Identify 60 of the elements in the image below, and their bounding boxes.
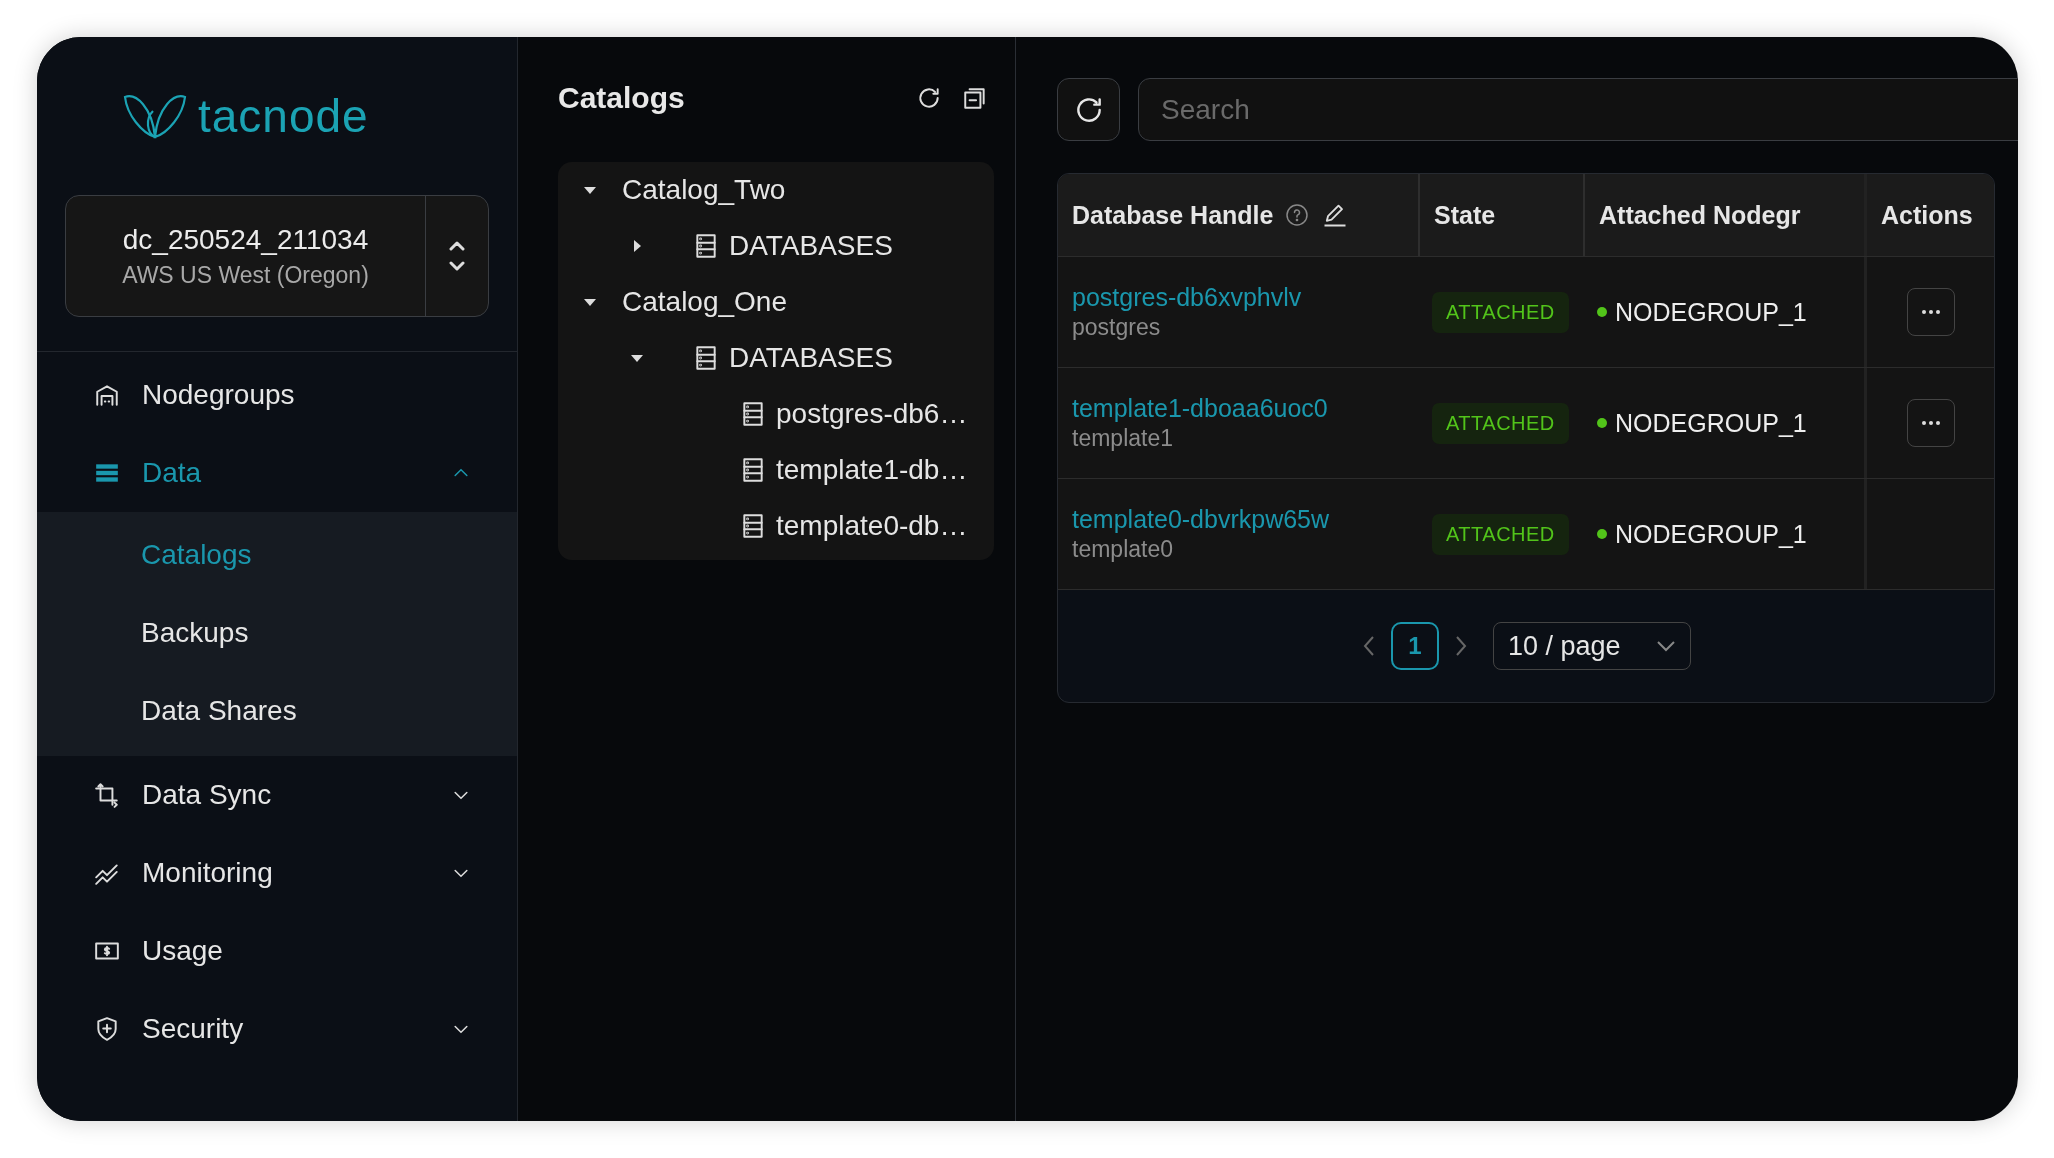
logo-text: tacnode (198, 93, 369, 139)
nav-item[interactable]: Usage (37, 912, 517, 990)
more-button[interactable] (1906, 399, 1955, 447)
collapse-all-icon[interactable] (962, 85, 988, 111)
cluster-selector[interactable]: dc_250524_211034 AWS US West (Oregon) (65, 195, 489, 317)
tree-node-label[interactable]: Catalog_One (622, 286, 787, 318)
state-tag: ATTACHED (1432, 291, 1569, 333)
logo-icon (122, 93, 188, 139)
shield-icon (94, 1016, 120, 1042)
cluster-name: dc_250524_211034 (122, 223, 369, 256)
chevron-down-icon (1656, 639, 1676, 653)
more-icon (1920, 420, 1941, 426)
nav-item[interactable]: Data Sync (37, 756, 517, 834)
crop-icon (94, 782, 120, 808)
page-size-select[interactable]: 10 / page (1493, 622, 1691, 670)
page-button[interactable]: 1 (1391, 622, 1439, 670)
nodegroup-name: NODEGROUP_1 (1615, 519, 1807, 549)
database-icon (695, 233, 717, 259)
state-tag: ATTACHED (1432, 513, 1569, 555)
state-tag: ATTACHED (1432, 402, 1569, 444)
database-link[interactable]: template0-dbvrkpw65w (1072, 505, 1330, 534)
next-page-icon[interactable] (1453, 634, 1469, 658)
more-button[interactable] (1906, 288, 1955, 336)
database-icon (742, 513, 764, 539)
building-icon (94, 382, 120, 408)
database-link[interactable]: template1-dboaa6uoc0 (1072, 394, 1328, 423)
column-header: Actions (1881, 200, 1973, 230)
database-icon (742, 401, 764, 427)
nav-item[interactable]: Monitoring (37, 834, 517, 912)
tree-node-label[interactable]: postgres-db6… (776, 398, 968, 430)
previous-page-icon[interactable] (1361, 634, 1377, 658)
refresh-icon[interactable] (916, 85, 942, 111)
tree-node-label[interactable]: DATABASES (729, 230, 893, 262)
help-icon[interactable] (1285, 203, 1310, 227)
database-name: template1 (1072, 425, 1173, 452)
nodegroup-name: NODEGROUP_1 (1615, 408, 1807, 438)
database-icon (695, 345, 717, 371)
search-field[interactable]: Search (1138, 78, 2018, 141)
nav-item[interactable]: Security (37, 990, 517, 1068)
database-name: postgres (1072, 314, 1161, 341)
submenu-item[interactable]: Backups (37, 594, 517, 672)
cluster-region: AWS US West (Oregon) (122, 261, 369, 289)
panel-title: Catalogs (558, 81, 686, 115)
nav-item[interactable]: Nodegroups (37, 356, 517, 434)
column-header: Attached Nodegr (1599, 200, 1801, 230)
database-link[interactable]: postgres-db6xvphvlv (1072, 283, 1302, 312)
column-header: State (1434, 200, 1496, 230)
nav-item[interactable]: Data (37, 434, 517, 512)
nodegroup-name: NODEGROUP_1 (1615, 297, 1807, 327)
submenu-item[interactable]: Data Shares (37, 672, 517, 750)
column-header: Database Handle (1072, 200, 1274, 230)
database-icon (742, 457, 764, 483)
submenu-item[interactable]: Catalogs (37, 516, 517, 594)
more-icon (1920, 309, 1941, 315)
tree-node-label[interactable]: DATABASES (729, 342, 893, 374)
tree-node-label[interactable]: template1-db… (776, 454, 968, 486)
refresh-button[interactable] (1057, 78, 1120, 141)
database-name: template0 (1072, 536, 1173, 563)
tree-node-label[interactable]: Catalog_Two (622, 174, 786, 206)
tree-node-label[interactable]: template0-db… (776, 510, 968, 542)
